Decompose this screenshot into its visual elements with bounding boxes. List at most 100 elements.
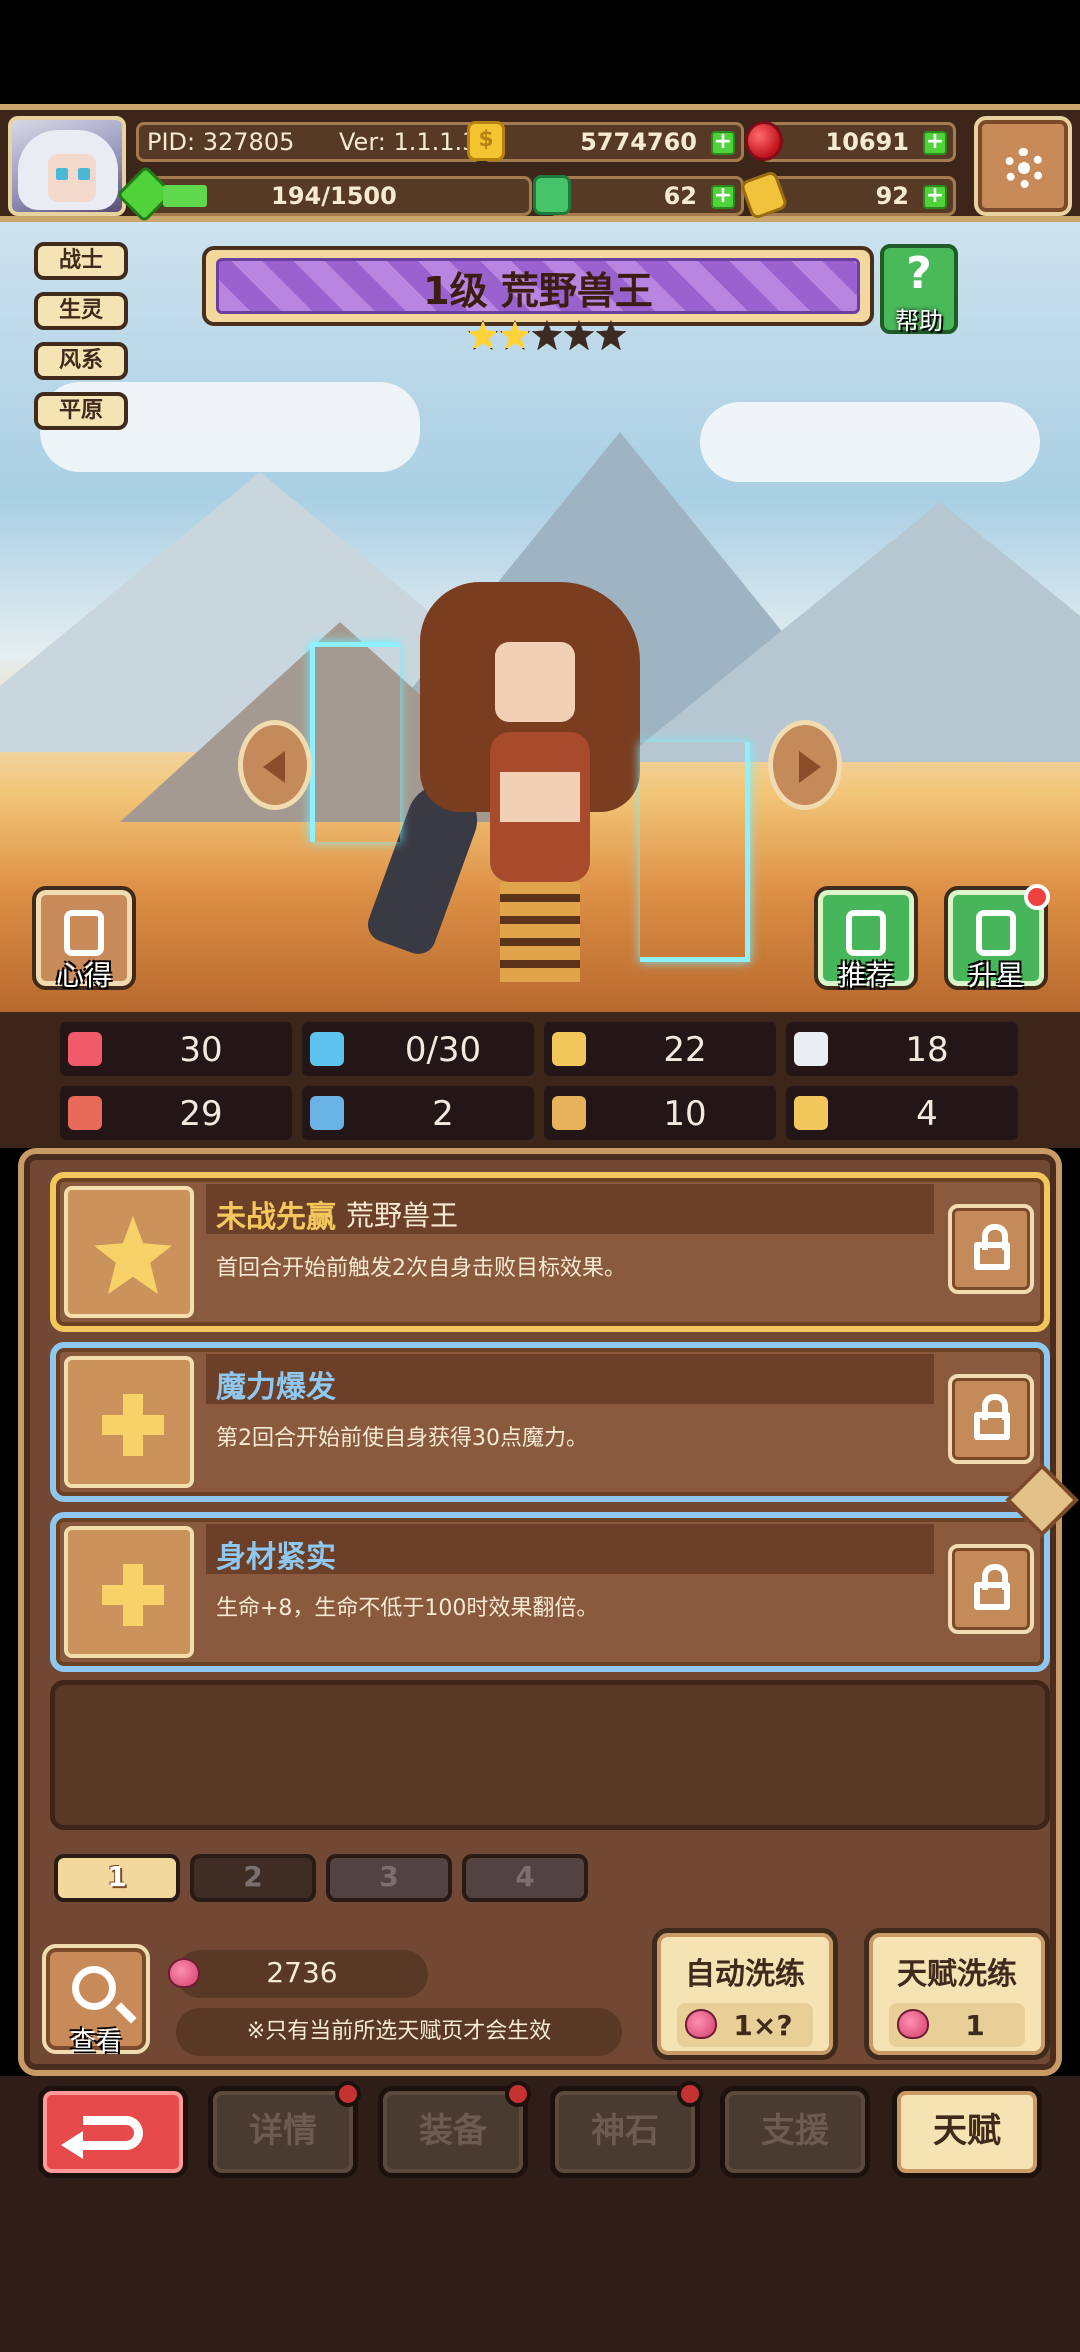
nav-details-button[interactable]: 详情 [208, 2081, 361, 2178]
lock-toggle-button[interactable] [948, 1204, 1034, 1294]
stat-defense: 22 [544, 1022, 776, 1076]
lightning-effect [640, 742, 750, 962]
version-label: Ver: 1.1.1.3 [339, 128, 478, 156]
insight-label: 心得 [55, 959, 112, 992]
gem-icon [745, 121, 783, 161]
talent-panel: 未战先赢 荒野兽王 首回合开始前触发2次自身击败目标效果。 魔力爆发 第2回合开… [18, 1148, 1062, 2076]
stat-magic: 2 [302, 1086, 534, 1140]
boot-icon [739, 169, 789, 221]
clover-icon [533, 175, 571, 215]
back-button[interactable] [38, 2086, 188, 2178]
nav-support-button[interactable]: 支援 [720, 2086, 870, 2178]
talent-desc: 首回合开始前触发2次自身击败目标效果。 [216, 1256, 626, 1281]
star-up-label: 升星 [967, 959, 1024, 992]
talent-name: 未战先赢 [216, 1200, 336, 1235]
hero-title-banner: 1级 荒野兽王 [202, 246, 874, 326]
auto-reroll-cost: 1×? [733, 2009, 793, 2042]
nav-equip-button[interactable]: 装备 [378, 2081, 531, 2178]
star-empty-icon [532, 320, 562, 350]
talent-slot-3[interactable]: 身材紧实 生命+8，生命不低于100时效果翻倍。 [50, 1512, 1050, 1672]
talent-icon-box [64, 1526, 194, 1658]
talent-name: 魔力爆发 [216, 1370, 336, 1405]
stat-value: 30 [179, 1030, 223, 1070]
recommend-button[interactable]: 推荐 [814, 886, 918, 992]
chevron-left-icon [263, 751, 285, 783]
tag-element: 风系 [34, 342, 128, 380]
talent-actions: 查看 2736 ※只有当前所选天赋页才会生效 自动洗练 1×? 天赋洗练 1 [36, 1924, 1050, 2064]
tag-class: 战士 [34, 242, 128, 280]
heart-icon [68, 1032, 102, 1066]
hero-scene: 战士 生灵 风系 平原 1级 荒野兽王 ? 帮助 心得 推荐 升星 [0, 222, 1080, 1012]
talent-reroll-button[interactable]: 天赋洗练 1 [864, 1928, 1050, 2060]
horseshoe-icon [794, 1096, 828, 1130]
thumbs-up-icon [846, 910, 886, 956]
top-header: PID: 327805 Ver: 1.1.1.3 $ 5774760 + 106… [0, 104, 1080, 223]
coin-add-icon[interactable]: + [711, 131, 735, 155]
pid-label: PID: 327805 [147, 128, 295, 156]
help-label: 帮助 [895, 307, 943, 335]
peach-icon [897, 2009, 929, 2039]
nav-equip-label: 装备 [419, 2111, 487, 2151]
wing-icon [794, 1032, 828, 1066]
talent-desc: 第2回合开始前使自身获得30点魔力。 [216, 1426, 588, 1451]
exp-bar: 194/1500 [116, 165, 532, 223]
star-up-icon [976, 910, 1016, 956]
player-avatar[interactable] [8, 116, 126, 216]
star-icon [94, 1216, 172, 1294]
view-label: 查看 [69, 2027, 122, 2057]
fist-icon [68, 1096, 102, 1130]
talent-page-tab-3[interactable]: 3 [326, 1854, 452, 1902]
talent-icon-box [64, 1186, 194, 1318]
gem-add-icon[interactable]: + [923, 131, 947, 155]
nav-godstone-button[interactable]: 神石 [550, 2081, 703, 2178]
next-hero-button[interactable] [768, 720, 842, 810]
star-empty-icon [596, 320, 626, 350]
clover-add-icon[interactable]: + [711, 185, 735, 209]
boot-add-icon[interactable]: + [923, 185, 947, 209]
nav-talent-label: 天赋 [933, 2111, 1001, 2151]
unlock-icon [974, 1224, 1010, 1270]
chevron-right-icon [799, 751, 821, 783]
tag-terrain: 平原 [34, 392, 128, 430]
gear-icon [1004, 148, 1044, 188]
insight-button[interactable]: 心得 [32, 886, 136, 992]
prev-hero-button[interactable] [238, 720, 312, 810]
auto-reroll-label: 自动洗练 [685, 1957, 805, 1992]
stat-value: 10 [663, 1094, 707, 1134]
view-button[interactable]: 查看 [42, 1944, 150, 2057]
talent-page-tab-1[interactable]: 1 [54, 1854, 180, 1902]
talent-icon-box [64, 1356, 194, 1488]
talent-reroll-cost: 1 [965, 2009, 985, 2042]
tag-race: 生灵 [34, 292, 128, 330]
stat-luck: 4 [786, 1086, 1018, 1140]
lock-toggle-button[interactable] [948, 1374, 1034, 1464]
talent-page-tab-2[interactable]: 2 [190, 1854, 316, 1902]
talent-slot-2[interactable]: 魔力爆发 第2回合开始前使自身获得30点魔力。 [50, 1342, 1050, 1502]
peach-counter: 2736 [168, 1950, 428, 1998]
star-empty-icon [564, 320, 594, 350]
clover-value: 62 [663, 182, 697, 210]
settings-button[interactable] [974, 116, 1072, 216]
notification-dot [335, 2081, 361, 2107]
stat-value: 18 [905, 1030, 949, 1070]
plus-icon [102, 1394, 164, 1456]
nav-talent-button[interactable]: 天赋 [892, 2086, 1042, 2178]
shield-icon [552, 1032, 586, 1066]
star-up-button[interactable]: 升星 [944, 884, 1050, 992]
lock-toggle-button[interactable] [948, 1544, 1034, 1634]
star-filled-icon [468, 320, 498, 350]
magnifier-icon [72, 1966, 116, 2010]
talent-name: 身材紧实 [216, 1540, 336, 1575]
coin-icon: $ [467, 121, 505, 161]
talent-owner: 荒野兽王 [346, 1199, 459, 1232]
star-filled-icon [500, 320, 530, 350]
stat-attack: 29 [60, 1086, 292, 1140]
hero-title: 1级 荒野兽王 [423, 269, 653, 313]
stat-value: 0/30 [404, 1030, 482, 1070]
auto-reroll-button[interactable]: 自动洗练 1×? [652, 1928, 838, 2060]
talent-slot-1[interactable]: 未战先赢 荒野兽王 首回合开始前触发2次自身击败目标效果。 [50, 1172, 1050, 1332]
talent-page-tab-4[interactable]: 4 [462, 1854, 588, 1902]
coin-value: 5774760 [580, 128, 697, 156]
help-button[interactable]: ? 帮助 [880, 244, 958, 335]
peach-value: 2736 [266, 1956, 338, 1989]
